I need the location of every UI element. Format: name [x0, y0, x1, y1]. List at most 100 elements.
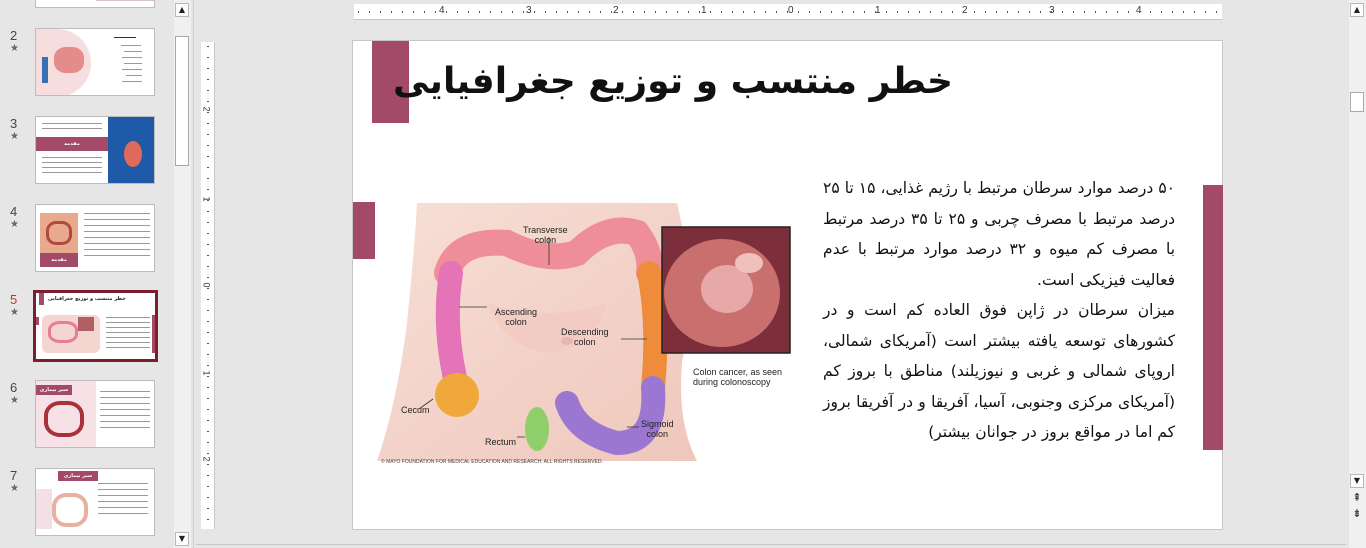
- ruler-tick: [207, 156, 209, 157]
- paragraph-1: ۵۰ درصد موارد سرطان مرتبط با رژیم غذایی،…: [823, 179, 1176, 289]
- ruler-tick: [512, 11, 513, 13]
- ruler-tick: [1051, 11, 1052, 13]
- slide-thumbnail-3[interactable]: مقدمه: [35, 116, 155, 184]
- ruler-tick: [207, 79, 209, 80]
- ruler-tick: [207, 431, 209, 432]
- ruler-tick: [1062, 11, 1063, 13]
- ruler-tick: [1150, 11, 1151, 13]
- slide-thumbnail-6[interactable]: سیر بیماری: [35, 380, 155, 448]
- ruler-tick: [886, 11, 887, 13]
- ruler-tick: [1095, 11, 1096, 13]
- ruler-tick: [391, 11, 392, 13]
- ruler-tick: [545, 11, 546, 13]
- right-accent-bar: [1203, 185, 1223, 450]
- ruler-tick: [1084, 11, 1085, 13]
- ruler-tick: [207, 178, 209, 179]
- ruler-tick: [424, 11, 425, 13]
- ruler-tick: [207, 266, 209, 267]
- label-ascending-colon: Ascending colon: [495, 307, 538, 327]
- ruler-tick: [380, 11, 381, 13]
- ruler-tick: [207, 101, 209, 102]
- ruler-tick: [207, 354, 209, 355]
- ruler-tick: [875, 11, 876, 13]
- next-slide-icon[interactable]: ⇟: [1350, 508, 1364, 522]
- thumbnail-scrollbar[interactable]: ▲ ▼: [174, 0, 191, 548]
- ruler-tick: [207, 145, 209, 146]
- ruler-tick: [732, 11, 733, 13]
- ruler-tick: [207, 376, 209, 377]
- label-transverse-colon: Transverse colon: [523, 225, 568, 245]
- ruler-tick: [853, 11, 854, 13]
- ruler-tick: [207, 508, 209, 509]
- slide-scrollbar[interactable]: ▲ ▼ ⇞ ⇟: [1349, 0, 1366, 548]
- edit-area-bottom-border: [196, 544, 1346, 545]
- ruler-tick: [655, 11, 656, 13]
- ruler-tick: [446, 11, 447, 13]
- ruler-tick: [207, 332, 209, 333]
- ruler-tick: [207, 255, 209, 256]
- scrollbar-thumb[interactable]: [175, 36, 189, 166]
- scroll-up-icon[interactable]: ▲: [175, 3, 189, 17]
- slide-thumbnail-pane: 2 ★ 3 ★ مقدمه 4 ★ مقدمه 5 ★ خطر منتسب و …: [0, 0, 172, 548]
- ruler-tick: [207, 343, 209, 344]
- previous-slide-icon[interactable]: ⇞: [1350, 492, 1364, 506]
- colon-anatomy-illustration[interactable]: Transverse colon Ascending colon Descend…: [377, 203, 797, 467]
- thumbnail-row-3: 3 ★ مقدمه: [0, 116, 172, 196]
- horizontal-ruler: 432101234: [354, 4, 1222, 20]
- slide-title[interactable]: خطر منتسب و توزیع جغرافیایی: [393, 61, 953, 102]
- ruler-tick: [207, 310, 209, 311]
- ruler-tick: [930, 11, 931, 13]
- ruler-tick: [207, 222, 209, 223]
- scroll-down-icon[interactable]: ▼: [1350, 474, 1364, 488]
- ruler-tick: [501, 11, 502, 13]
- ruler-tick: [413, 11, 414, 13]
- ruler-tick: [207, 189, 209, 190]
- slide-number: 5: [10, 292, 18, 307]
- ruler-tick: [710, 11, 711, 13]
- slide-canvas[interactable]: خطر منتسب و توزیع جغرافیایی Transverse c…: [352, 40, 1223, 530]
- scrollbar-thumb[interactable]: [1350, 92, 1364, 112]
- ruler-number: 1: [701, 5, 707, 16]
- slide-thumbnail-4[interactable]: مقدمه: [35, 204, 155, 272]
- ruler-tick: [798, 11, 799, 13]
- ruler-tick: [644, 11, 645, 13]
- illustration-copyright: © MAYO FOUNDATION FOR MEDICAL EDUCATION …: [381, 459, 603, 465]
- ruler-tick: [952, 11, 953, 13]
- ruler-tick: [490, 11, 491, 13]
- ruler-tick: [1007, 11, 1008, 13]
- ruler-tick: [633, 11, 634, 13]
- slide-thumbnail-7[interactable]: سیر بیماری: [35, 468, 155, 536]
- ruler-tick: [402, 11, 403, 13]
- slide-thumbnail-5[interactable]: خطر منتسب و توزیع جغرافیایی: [33, 290, 158, 362]
- ruler-tick: [207, 68, 209, 69]
- thumbnail-chip: سیر بیماری: [63, 473, 93, 479]
- ruler-tick: [787, 11, 788, 13]
- ruler-tick: [207, 365, 209, 366]
- ruler-tick: [207, 123, 209, 124]
- slide-thumbnail-1[interactable]: [35, 0, 155, 8]
- label-rectum: Rectum: [485, 437, 517, 447]
- ruler-tick: [842, 11, 843, 13]
- thumbnail-row-6: 6 ★ سیر بیماری: [0, 380, 172, 460]
- slide-number: 7: [10, 468, 18, 483]
- scroll-up-icon[interactable]: ▲: [1350, 3, 1364, 17]
- paragraph-2: میزان سرطان در ژاپن فوق العاده کم است و …: [823, 301, 1175, 441]
- ruler-tick: [688, 11, 689, 13]
- animation-star-icon: ★: [10, 307, 19, 318]
- label-inset-caption: Colon cancer, as seen during colonoscopy: [693, 367, 783, 387]
- slide-body-text[interactable]: ۵۰ درصد موارد سرطان مرتبط با رژیم غذایی،…: [823, 173, 1175, 448]
- thumbnail-row-2: 2 ★: [0, 28, 172, 108]
- ruler-tick: [985, 11, 986, 13]
- slide-number: 6: [10, 380, 18, 395]
- slide-thumbnail-2[interactable]: [35, 28, 155, 96]
- ruler-number: 0: [201, 282, 212, 288]
- ruler-tick: [207, 398, 209, 399]
- ruler-tick: [567, 11, 568, 13]
- label-cecum: Cecum: [401, 405, 430, 415]
- slide-number: 4: [10, 204, 18, 219]
- ruler-tick: [831, 11, 832, 13]
- ruler-tick: [765, 11, 766, 13]
- scroll-down-icon[interactable]: ▼: [175, 532, 189, 546]
- ruler-tick: [1029, 11, 1030, 13]
- animation-star-icon: ★: [10, 483, 19, 494]
